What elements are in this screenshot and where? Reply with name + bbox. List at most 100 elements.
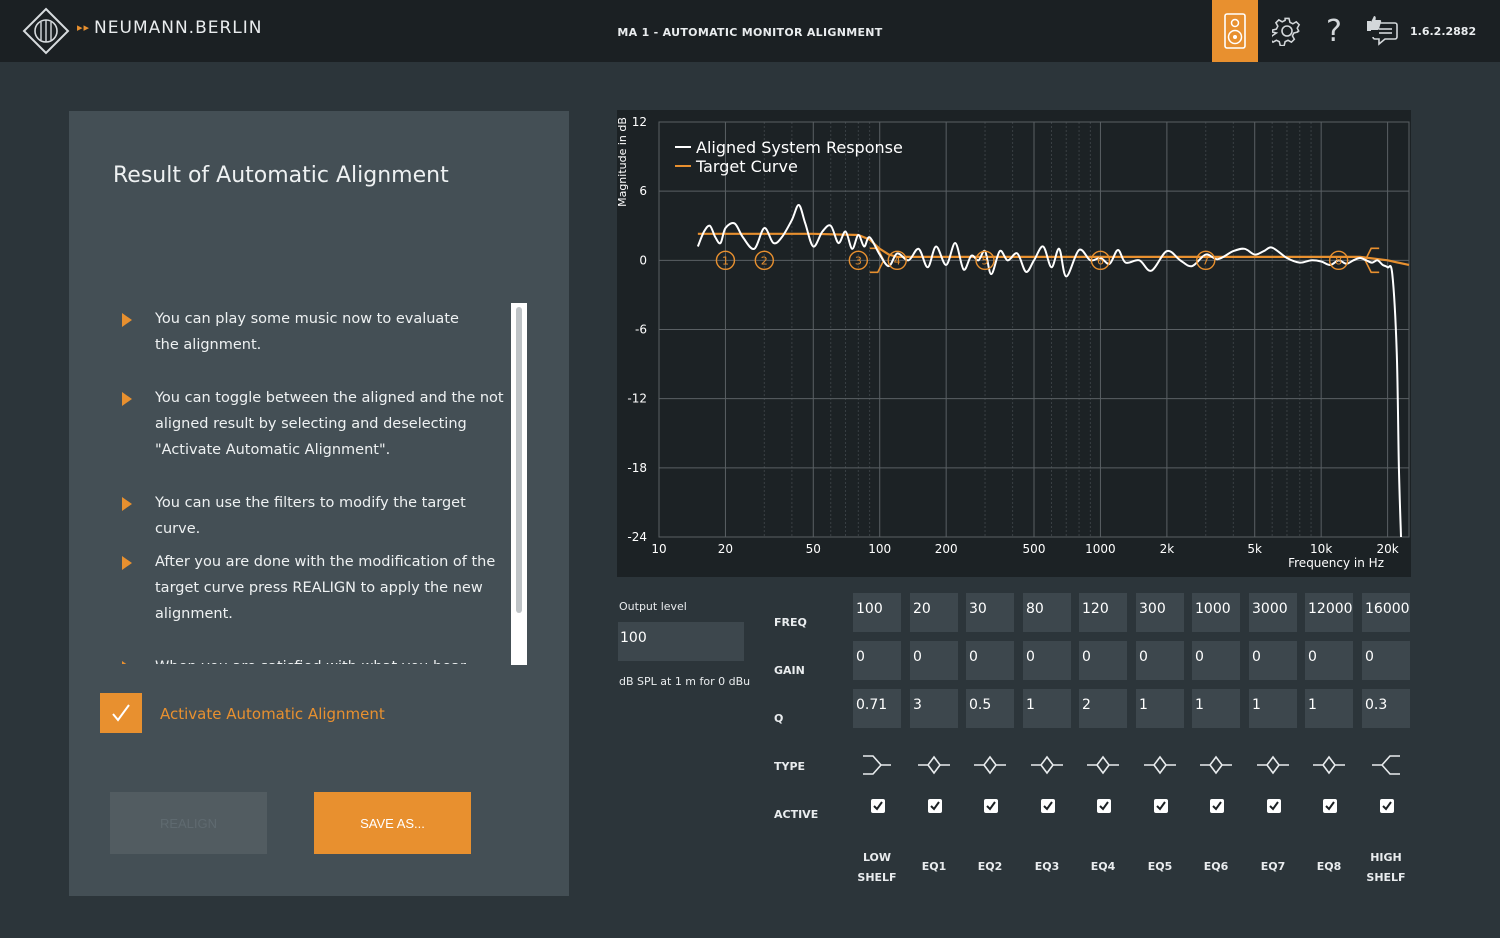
band-marker-label: 6 — [1097, 254, 1104, 267]
gain-input[interactable]: 0 — [1362, 641, 1410, 680]
q-input[interactable]: 1 — [1305, 689, 1353, 728]
q-input[interactable]: 1 — [1136, 689, 1184, 728]
x-tick-label: 10k — [1310, 542, 1332, 556]
gain-input[interactable]: 0 — [910, 641, 958, 680]
tip-item: You can use the filters to modify the ta… — [119, 490, 509, 542]
band-active-checkbox[interactable] — [1267, 799, 1281, 813]
band-name: EQ8 — [1316, 860, 1342, 873]
bullet-arrow-icon — [122, 313, 132, 327]
checkmark-icon — [986, 801, 996, 811]
gain-input[interactable]: 0 — [1136, 641, 1184, 680]
output-level-label: Output level — [619, 600, 687, 613]
x-tick-label: 500 — [1023, 542, 1046, 556]
band-active-checkbox[interactable] — [1323, 799, 1337, 813]
bullet-arrow-icon — [122, 556, 132, 570]
gain-input[interactable]: 0 — [1192, 641, 1240, 680]
settings-button[interactable] — [1264, 0, 1310, 62]
output-level-unit: dB SPL at 1 m for 0 dBu — [619, 675, 751, 688]
peak-filter-icon[interactable] — [970, 750, 1010, 780]
gain-input[interactable]: 0 — [853, 641, 901, 680]
freq-input[interactable]: 3000 — [1249, 593, 1297, 632]
panel-title: Result of Automatic Alignment — [113, 163, 449, 188]
band-marker-label: 1 — [722, 254, 729, 267]
peak-filter-icon[interactable] — [1083, 750, 1123, 780]
tip-item: You can play some music now to evaluate … — [119, 306, 459, 358]
peak-filter-icon[interactable] — [1027, 750, 1067, 780]
high-shelf-filter-icon[interactable] — [1366, 750, 1406, 780]
q-input[interactable]: 2 — [1079, 689, 1127, 728]
y-tick-label: -24 — [627, 530, 647, 544]
band-active-checkbox[interactable] — [928, 799, 942, 813]
freq-input[interactable]: 20 — [910, 593, 958, 632]
legend-target-label: Target Curve — [695, 157, 798, 176]
band-name: LOW SHELF — [857, 851, 897, 884]
band-active-checkbox[interactable] — [1380, 799, 1394, 813]
freq-input[interactable]: 12000 — [1305, 593, 1353, 632]
freq-input[interactable]: 300 — [1136, 593, 1184, 632]
peak-filter-icon[interactable] — [1253, 750, 1293, 780]
realign-button[interactable]: REALIGN — [110, 792, 267, 854]
band-name: EQ7 — [1260, 860, 1286, 873]
band-name: EQ6 — [1203, 860, 1229, 873]
x-tick-label: 20k — [1377, 542, 1399, 556]
x-tick-label: 50 — [806, 542, 821, 556]
band-active-checkbox[interactable] — [871, 799, 885, 813]
help-button[interactable]: ? — [1311, 0, 1357, 62]
y-tick-label: -12 — [627, 392, 647, 406]
band-name: HIGH SHELF — [1366, 851, 1406, 884]
q-input[interactable]: 1 — [1023, 689, 1071, 728]
y-tick-label: 0 — [639, 253, 647, 267]
gain-row-label: GAIN — [774, 664, 805, 677]
band-marker-label: 8 — [1335, 254, 1342, 267]
peak-filter-icon[interactable] — [1309, 750, 1349, 780]
band-active-checkbox[interactable] — [1154, 799, 1168, 813]
q-input[interactable]: 3 — [910, 689, 958, 728]
gain-input[interactable]: 0 — [966, 641, 1014, 680]
activate-alignment-checkbox[interactable] — [100, 693, 142, 733]
band-active-checkbox[interactable] — [1097, 799, 1111, 813]
bullet-arrow-icon — [122, 497, 132, 511]
band-marker-label: 2 — [761, 254, 768, 267]
freq-input[interactable]: 30 — [966, 593, 1014, 632]
q-input[interactable]: 0.3 — [1362, 689, 1410, 728]
q-input[interactable]: 0.71 — [853, 689, 901, 728]
freq-input[interactable]: 100 — [853, 593, 901, 632]
scrollbar-thumb[interactable] — [516, 307, 522, 613]
band-active-checkbox[interactable] — [1041, 799, 1055, 813]
top-bar: ▸▸ NEUMANN.BERLIN MA 1 - AUTOMATIC MONITO… — [0, 0, 1500, 62]
save-as-button[interactable]: SAVE AS... — [314, 792, 471, 854]
peak-filter-icon[interactable] — [914, 750, 954, 780]
band-name: EQ2 — [977, 860, 1003, 873]
gain-input[interactable]: 0 — [1249, 641, 1297, 680]
tips-list: You can play some music now to evaluate … — [119, 306, 509, 664]
band-marker-label: 7 — [1202, 254, 1209, 267]
freq-input[interactable]: 80 — [1023, 593, 1071, 632]
low-shelf-filter-icon[interactable] — [857, 750, 897, 780]
checkmark-icon — [1099, 801, 1109, 811]
output-level-input[interactable]: 100 — [618, 622, 744, 661]
result-panel: Result of Automatic Alignment You can pl… — [69, 111, 569, 896]
q-input[interactable]: 1 — [1249, 689, 1297, 728]
band-name: EQ4 — [1090, 860, 1116, 873]
feedback-button[interactable] — [1359, 0, 1405, 62]
freq-input[interactable]: 1000 — [1192, 593, 1240, 632]
gain-input[interactable]: 0 — [1079, 641, 1127, 680]
band-marker-label: 4 — [894, 254, 901, 267]
peak-filter-icon[interactable] — [1140, 750, 1180, 780]
q-input[interactable]: 0.5 — [966, 689, 1014, 728]
freq-input[interactable]: 120 — [1079, 593, 1127, 632]
speaker-button[interactable] — [1212, 0, 1258, 62]
checkmark-icon — [112, 704, 130, 722]
freq-input[interactable]: 16000 — [1362, 593, 1410, 632]
q-input[interactable]: 1 — [1192, 689, 1240, 728]
gain-input[interactable]: 0 — [1305, 641, 1353, 680]
band-active-checkbox[interactable] — [1210, 799, 1224, 813]
gain-input[interactable]: 0 — [1023, 641, 1071, 680]
activate-alignment-label[interactable]: Activate Automatic Alignment — [160, 705, 385, 723]
frequency-response-chart[interactable]: 12 6 0 -6 -12 -18 -24 10 20 50 100 200 500 1000 2k 5k 10… — [617, 110, 1411, 577]
tips-scrollbar[interactable] — [511, 303, 527, 665]
x-tick-label: 20 — [718, 542, 733, 556]
x-tick-label: 10 — [651, 542, 666, 556]
band-active-checkbox[interactable] — [984, 799, 998, 813]
peak-filter-icon[interactable] — [1196, 750, 1236, 780]
